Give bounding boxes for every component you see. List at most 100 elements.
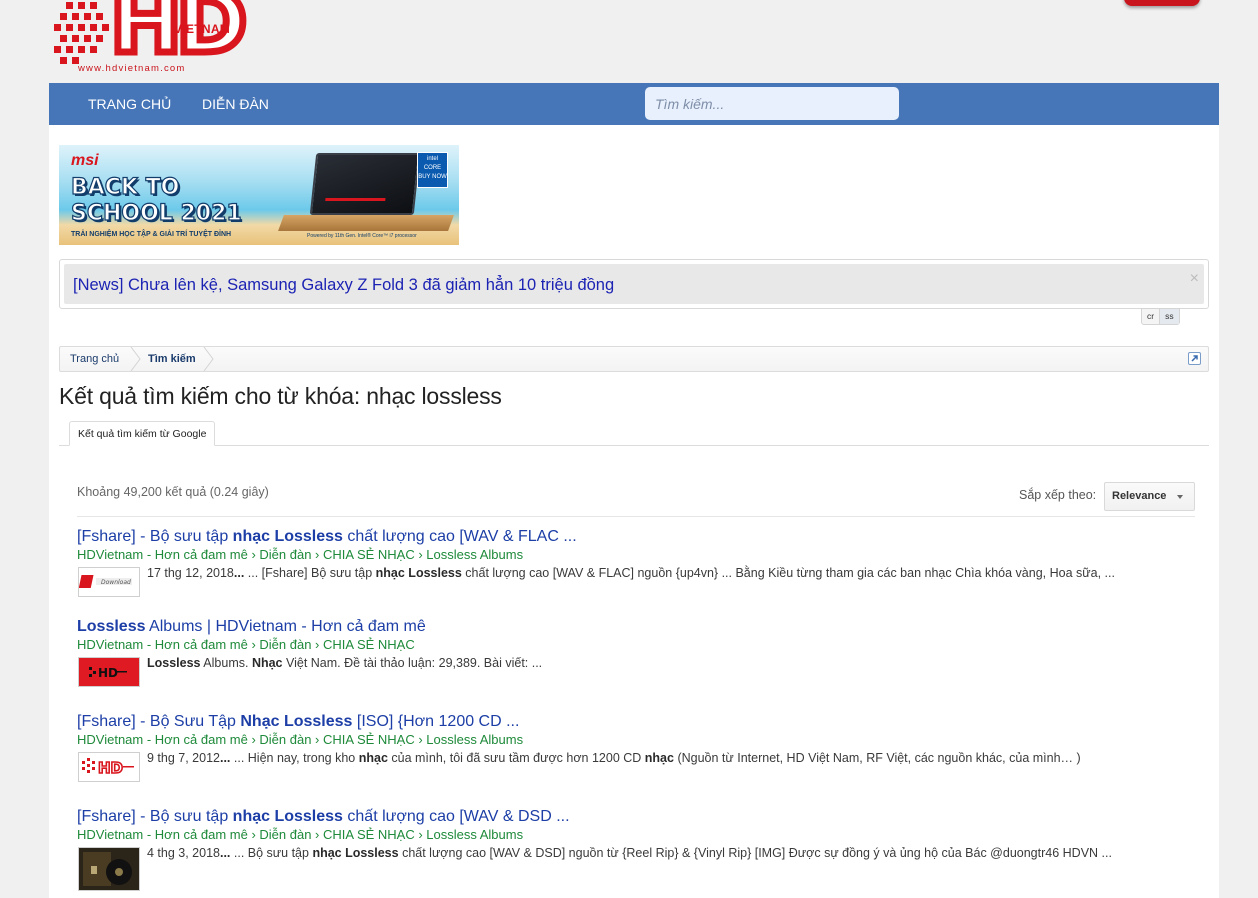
result-snippet-highlight: nhạc Lossless — [375, 566, 462, 580]
result-title-link[interactable]: Lossless Albums | HDVietnam - Hơn cả đam… — [77, 617, 1187, 637]
result-title-text: Albums | HDVietnam - Hơn cả đam mê — [145, 618, 426, 635]
result-body: HD 9 thg 7, 2012... ... Hiện nay, trong … — [77, 750, 1187, 784]
svg-text:Download: Download — [101, 579, 131, 586]
result-url: HDVietnam - Hơn cả đam mê › Diễn đàn › C… — [77, 827, 524, 842]
divider — [77, 516, 1195, 517]
result-body: Download 17 thg 12, 2018... ... [Fshare]… — [77, 565, 1187, 599]
search-result: Lossless Albums | HDVietnam - Hơn cả đam… — [77, 617, 1187, 689]
result-snippet-text: chất lượng cao [WAV & DSD] nguồn từ {Ree… — [398, 846, 1112, 860]
sort-select-value: Relevance — [1112, 490, 1167, 502]
banner-headline-line-1: BACK TO — [70, 174, 180, 200]
nav-tab-forum[interactable]: DIỄN ĐÀN — [202, 83, 269, 125]
breadcrumb-separator-icon — [130, 347, 142, 371]
site-header: HD VIETNAM www.hdvietnam.com — [0, 0, 1258, 83]
result-snippet-text: của mình, tôi đã sưu tầm được hơn 1200 C… — [387, 751, 645, 765]
result-title-link[interactable]: [Fshare] - Bộ Sưu Tập Nhạc Lossless [ISO… — [77, 712, 1187, 732]
site-logo[interactable]: HD VIETNAM www.hdvietnam.com — [52, 0, 251, 76]
notice-tab-cr[interactable]: cr — [1142, 309, 1161, 324]
result-snippet: 9 thg 7, 2012... ... Hiện nay, trong kho… — [147, 751, 1081, 765]
result-url: HDVietnam - Hơn cả đam mê › Diễn đàn › C… — [77, 547, 524, 562]
external-link-icon[interactable] — [1188, 352, 1201, 365]
result-title-text: [Fshare] - Bộ Sưu Tập — [77, 713, 241, 730]
banner-brand: msi — [71, 152, 99, 169]
result-snippet: 4 thg 3, 2018... ... Bộ sưu tập nhạc Los… — [147, 846, 1112, 860]
result-snippet-text: Việt Nam. Đề tài thảo luận: 29,389. Bài … — [282, 656, 543, 670]
result-snippet-text: ... Bộ sưu tập — [230, 846, 313, 860]
banner-subline: TRẢI NGHIỆM HỌC TẬP & GIẢI TRÍ TUYỆT ĐỈN… — [71, 231, 232, 238]
result-title-link[interactable]: [Fshare] - Bộ sưu tập nhạc Lossless chất… — [77, 807, 1187, 827]
result-snippet-text: (Nguồn từ Internet, HD Việt Nam, RF Việt… — [673, 751, 1081, 765]
breadcrumb-search[interactable]: Tìm kiếm — [148, 347, 196, 371]
intel-badge-core: CORE — [423, 165, 442, 171]
result-title-text: [Fshare] - Bộ sưu tập — [77, 528, 233, 545]
top-right-button[interactable] — [1124, 0, 1200, 6]
breadcrumb-separator-icon — [203, 347, 215, 371]
banner-powered-by: Powered by 11th Gen. Intel® Core™ i7 pro… — [307, 233, 417, 239]
result-snippet-text: Albums. — [200, 656, 252, 670]
notice-tabs: cr ss — [1141, 308, 1180, 325]
intel-badge-cta: BUY NOW — [418, 174, 447, 180]
result-snippet-highlight: nhạc — [358, 751, 388, 765]
logo-url: www.hdvietnam.com — [78, 63, 186, 74]
svg-text:HD: HD — [98, 666, 118, 680]
logo-country: VIETNAM — [174, 22, 231, 36]
news-notice-link[interactable]: [News] Chưa lên kệ, Samsung Galaxy Z Fol… — [73, 264, 614, 306]
result-title-highlight: nhạc Lossless — [232, 808, 343, 825]
search-result: [Fshare] - Bộ sưu tập nhạc Lossless chất… — [77, 527, 1187, 599]
result-body: 4 thg 3, 2018... ... Bộ sưu tập nhạc Los… — [77, 845, 1187, 891]
notice-tab-ss[interactable]: ss — [1160, 309, 1179, 324]
svg-text:HD: HD — [98, 759, 123, 777]
result-title-text: [ISO] {Hơn 1200 CD ... — [352, 713, 520, 730]
result-title-highlight: nhạc Lossless — [232, 528, 343, 545]
search-result: [Fshare] - Bộ sưu tập nhạc Lossless chất… — [77, 807, 1187, 891]
result-stats: Khoảng 49,200 kết quả (0.24 giây) — [77, 485, 269, 499]
banner-headline-line-2: SCHOOL 2021 — [70, 200, 242, 226]
result-snippet: 17 thg 12, 2018... ... [Fshare] Bộ sưu t… — [147, 566, 1115, 580]
main-navigation: TRANG CHỦ DIỄN ĐÀN — [49, 83, 1219, 125]
banner-pedestal — [278, 215, 454, 231]
result-body: HD Lossless Albums. Nhạc Việt Nam. Đề tà… — [77, 655, 1187, 689]
result-thumbnail — [78, 847, 140, 891]
result-title-text: chất lượng cao [WAV & FLAC ... — [342, 528, 577, 545]
result-snippet-text: ... [Fshare] Bộ sưu tập — [244, 566, 376, 580]
result-snippet-highlight: Lossless — [147, 656, 201, 670]
result-title-text: chất lượng cao [WAV & DSD ... — [342, 808, 570, 825]
sort-label: Sắp xếp theo: — [1019, 488, 1097, 502]
intel-badge: intel CORE BUY NOW — [417, 152, 448, 188]
main-content: msi BACK TO SCHOOL 2021 TRẢI NGHIỆM HỌC … — [49, 125, 1219, 898]
result-snippet-text: chất lượng cao [WAV & FLAC] nguồn {up4vn… — [461, 566, 1115, 580]
result-title-link[interactable]: [Fshare] - Bộ sưu tập nhạc Lossless chất… — [77, 527, 1187, 547]
sort-select[interactable]: Relevance — [1104, 482, 1195, 511]
banner-headline: BACK TO SCHOOL 2021 — [70, 174, 242, 227]
result-snippet-highlight: Nhạc — [251, 656, 283, 670]
result-date: 4 thg 3, 2018 — [147, 846, 220, 860]
result-date: 17 thg 12, 2018 — [147, 566, 234, 580]
breadcrumb: Trang chủ Tìm kiếm — [59, 346, 1209, 372]
result-thumbnail: Download — [78, 567, 140, 597]
search-input[interactable] — [645, 87, 899, 120]
close-icon[interactable]: × — [1190, 270, 1199, 288]
result-title-text: [Fshare] - Bộ sưu tập — [77, 808, 233, 825]
laptop-image — [309, 153, 421, 215]
tab-google-results[interactable]: Kết quả tìm kiếm từ Google — [69, 421, 216, 446]
breadcrumb-home[interactable]: Trang chủ — [70, 347, 119, 371]
result-url: HDVietnam - Hơn cả đam mê › Diễn đàn › C… — [77, 732, 524, 747]
search-result: [Fshare] - Bộ Sưu Tập Nhạc Lossless [ISO… — [77, 712, 1187, 784]
news-notice-body: [News] Chưa lên kệ, Samsung Galaxy Z Fol… — [64, 264, 1204, 304]
news-notice: [News] Chưa lên kệ, Samsung Galaxy Z Fol… — [59, 259, 1209, 309]
intel-badge-brand: intel — [426, 156, 438, 162]
result-snippet-text: ... Hiện nay, trong kho — [230, 751, 359, 765]
result-snippet: Lossless Albums. Nhạc Việt Nam. Đề tài t… — [147, 655, 542, 671]
result-title-highlight: Nhạc Lossless — [240, 713, 353, 730]
ad-banner[interactable]: msi BACK TO SCHOOL 2021 TRẢI NGHIỆM HỌC … — [59, 145, 459, 245]
result-title-highlight: Lossless — [77, 618, 146, 635]
result-snippet-highlight: nhạc — [644, 751, 674, 765]
result-thumbnail: HD — [78, 657, 140, 687]
result-url: HDVietnam - Hơn cả đam mê › Diễn đàn › C… — [77, 637, 415, 652]
result-date: 9 thg 7, 2012 — [147, 751, 220, 765]
logo-pixel-graphic — [54, 2, 109, 64]
page-title: Kết quả tìm kiếm cho từ khóa: nhạc lossl… — [59, 383, 502, 409]
results-tab-bar: Kết quả tìm kiếm từ Google — [59, 421, 1209, 446]
nav-tab-home[interactable]: TRANG CHỦ — [88, 83, 171, 125]
result-thumbnail: HD — [78, 752, 140, 782]
